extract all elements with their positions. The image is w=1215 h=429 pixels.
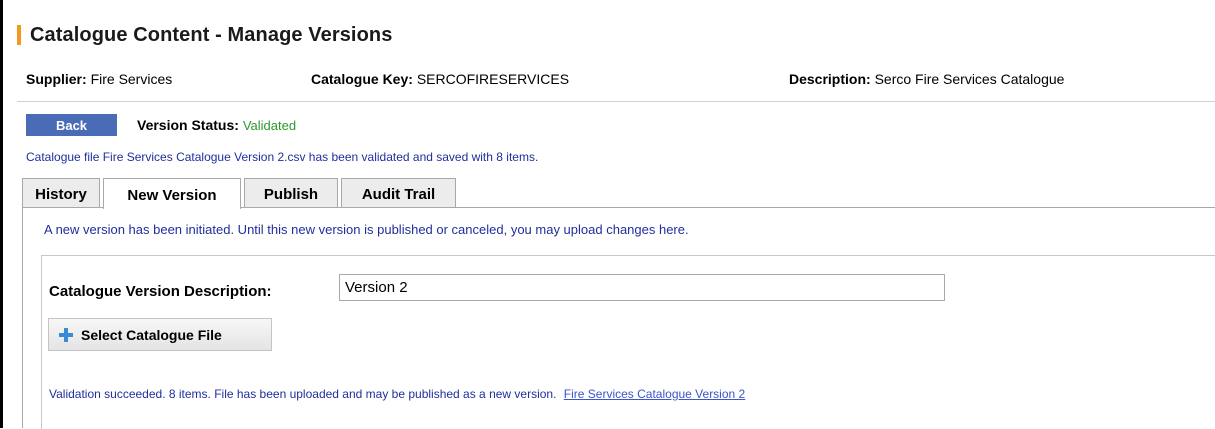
upload-section: Catalogue Version Description: Select Ca… (41, 255, 1215, 429)
title-accent-bar (17, 25, 21, 45)
catalogue-key-value: SERCOFIRESERVICES (416, 71, 570, 87)
version-status-label: Version Status: (137, 117, 239, 133)
catalogue-info: Supplier: Fire Services Catalogue Key: S… (0, 71, 1215, 89)
plus-icon (59, 327, 73, 342)
catalogue-key-info: Catalogue Key: SERCOFIRESERVICES (311, 71, 569, 87)
validation-message: Validation succeeded. 8 items. File has … (49, 387, 745, 401)
select-catalogue-file-label: Select Catalogue File (81, 326, 222, 343)
header-divider (17, 101, 1215, 102)
catalogue-key-label: Catalogue Key: (311, 71, 413, 87)
tab-publish[interactable]: Publish (244, 178, 338, 208)
page-header: Catalogue Content - Manage Versions (17, 22, 392, 48)
description-value: Serco Fire Services Catalogue (874, 71, 1065, 87)
new-version-intro: A new version has been initiated. Until … (44, 222, 689, 237)
catalogue-file-link[interactable]: Fire Services Catalogue Version 2 (564, 387, 745, 401)
saved-message: Catalogue file Fire Services Catalogue V… (26, 150, 539, 164)
tab-audit-trail[interactable]: Audit Trail (341, 178, 456, 208)
supplier-info: Supplier: Fire Services (26, 71, 172, 87)
description-label: Description: (789, 71, 871, 87)
window-left-border (0, 0, 3, 428)
tab-new-version[interactable]: New Version (103, 178, 241, 209)
tab-history[interactable]: History (22, 178, 100, 208)
version-status: Version Status: Validated (137, 117, 296, 133)
back-button[interactable]: Back (26, 114, 117, 136)
tab-bar: History New Version Publish Audit Trail (22, 178, 459, 209)
supplier-value: Fire Services (90, 71, 173, 87)
version-description-input[interactable] (339, 274, 945, 301)
version-description-label: Catalogue Version Description: (49, 283, 272, 300)
page-title: Catalogue Content - Manage Versions (30, 23, 393, 46)
version-status-value: Validated (242, 118, 297, 133)
description-info: Description: Serco Fire Services Catalog… (789, 71, 1064, 87)
validation-text: Validation succeeded. 8 items. File has … (49, 387, 557, 401)
new-version-panel: A new version has been initiated. Until … (22, 207, 1215, 429)
select-catalogue-file-button[interactable]: Select Catalogue File (48, 318, 272, 351)
supplier-label: Supplier: (26, 71, 87, 87)
